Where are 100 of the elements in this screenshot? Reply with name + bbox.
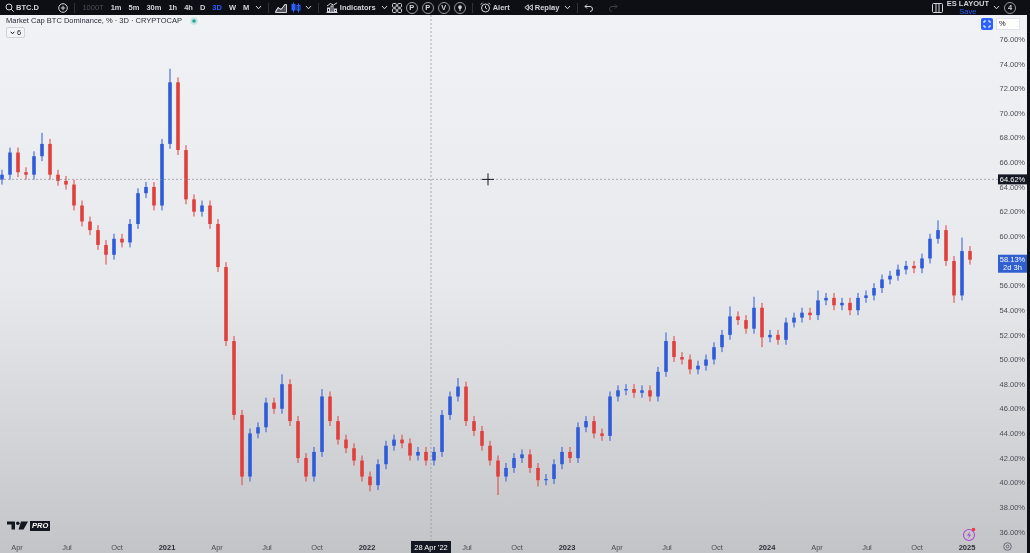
candlestick — [600, 428, 604, 442]
candlestick — [872, 282, 876, 301]
candlestick — [584, 415, 588, 433]
candlestick — [448, 391, 452, 421]
candlestick — [80, 200, 84, 227]
candlestick — [56, 169, 60, 187]
candlestick — [200, 200, 204, 218]
candlestick — [560, 446, 564, 470]
candlestick — [968, 245, 972, 266]
candlestick — [640, 384, 644, 399]
caret-icon[interactable] — [380, 5, 388, 10]
candlestick — [392, 434, 396, 452]
candlestick — [480, 425, 484, 452]
candlestick — [304, 452, 308, 482]
candlestick — [152, 181, 156, 211]
candlestick — [40, 132, 44, 162]
candlestick — [72, 179, 76, 211]
logo-icon — [7, 521, 29, 531]
grid-icon[interactable] — [391, 2, 402, 13]
candlestick — [256, 421, 260, 439]
candlestick — [368, 471, 372, 492]
candlestick — [88, 216, 92, 236]
candlestick — [936, 219, 940, 245]
bulb-icon[interactable] — [453, 1, 466, 14]
candlestick — [616, 384, 620, 402]
candlestick — [776, 329, 780, 346]
candlestick — [416, 446, 420, 462]
candlestick — [24, 166, 28, 181]
cursor-crosshair-icon — [481, 172, 495, 186]
candlestick — [16, 147, 20, 178]
candlestick — [736, 310, 740, 326]
candlestick — [888, 270, 892, 285]
caret-icon[interactable] — [564, 5, 572, 10]
columns-icon[interactable] — [931, 2, 943, 13]
candlestick — [864, 290, 868, 304]
caret-icon[interactable] — [254, 5, 262, 10]
candlestick — [704, 354, 708, 372]
candlestick — [536, 462, 540, 487]
candlestick — [688, 354, 692, 375]
candlestick — [832, 292, 836, 311]
candlestick — [208, 200, 212, 230]
candlestick — [352, 442, 356, 466]
candlestick — [904, 260, 908, 275]
candlestick — [672, 335, 676, 363]
candlestick — [384, 440, 388, 470]
candlestick — [632, 383, 636, 399]
candlestick — [800, 307, 804, 324]
candlestick — [592, 415, 596, 439]
chevron-down-icon — [10, 30, 15, 35]
candlestick — [8, 147, 12, 181]
candlestick — [400, 434, 404, 449]
candlestick — [360, 455, 364, 482]
candlestick — [488, 440, 492, 466]
status-dot-icon — [190, 16, 199, 25]
candlestick — [680, 351, 684, 365]
candlestick — [32, 150, 36, 181]
candlestick — [504, 462, 508, 482]
candlestick — [112, 233, 116, 261]
caret-icon[interactable] — [993, 5, 1000, 10]
indicators-icon — [325, 2, 338, 13]
auto-scale-icon — [983, 20, 991, 28]
candlestick — [272, 397, 276, 415]
candlestick — [64, 175, 68, 190]
candlestick — [104, 239, 108, 266]
candlestick — [896, 264, 900, 282]
candlestick — [728, 306, 732, 341]
undo-icon[interactable] — [584, 3, 595, 12]
candlestick — [856, 292, 860, 316]
lightning-icon[interactable] — [962, 527, 976, 542]
candlestick — [128, 218, 132, 248]
candlestick — [432, 446, 436, 466]
area-chart-icon[interactable] — [274, 2, 287, 13]
candlestick — [744, 314, 748, 335]
candlestick — [552, 458, 556, 485]
candlestick — [344, 434, 348, 454]
candlestick — [0, 169, 4, 186]
candlestick — [720, 329, 724, 353]
candlestick — [96, 224, 100, 251]
settings-icon[interactable] — [1003, 542, 1012, 551]
candlestick — [928, 233, 932, 264]
auto-scale-button[interactable] — [981, 18, 993, 30]
candlestick — [456, 377, 460, 402]
candlestick — [424, 446, 428, 466]
alarm-clock-icon — [479, 2, 491, 13]
candlestick — [712, 341, 716, 365]
candlestick — [336, 415, 340, 446]
candlestick-icon[interactable] — [290, 2, 301, 13]
candlestick — [544, 473, 548, 486]
caret-icon[interactable] — [304, 5, 312, 10]
plus-circle-icon[interactable] — [57, 2, 68, 13]
candlestick — [920, 253, 924, 274]
candlestick — [568, 446, 572, 464]
candlestick — [528, 448, 532, 474]
candlestick — [496, 455, 500, 496]
candlestick — [696, 360, 700, 375]
candlestick — [120, 233, 124, 248]
candlestick — [512, 452, 516, 474]
candlestick — [848, 297, 852, 316]
candlestick — [784, 317, 788, 346]
candlestick — [192, 193, 196, 218]
